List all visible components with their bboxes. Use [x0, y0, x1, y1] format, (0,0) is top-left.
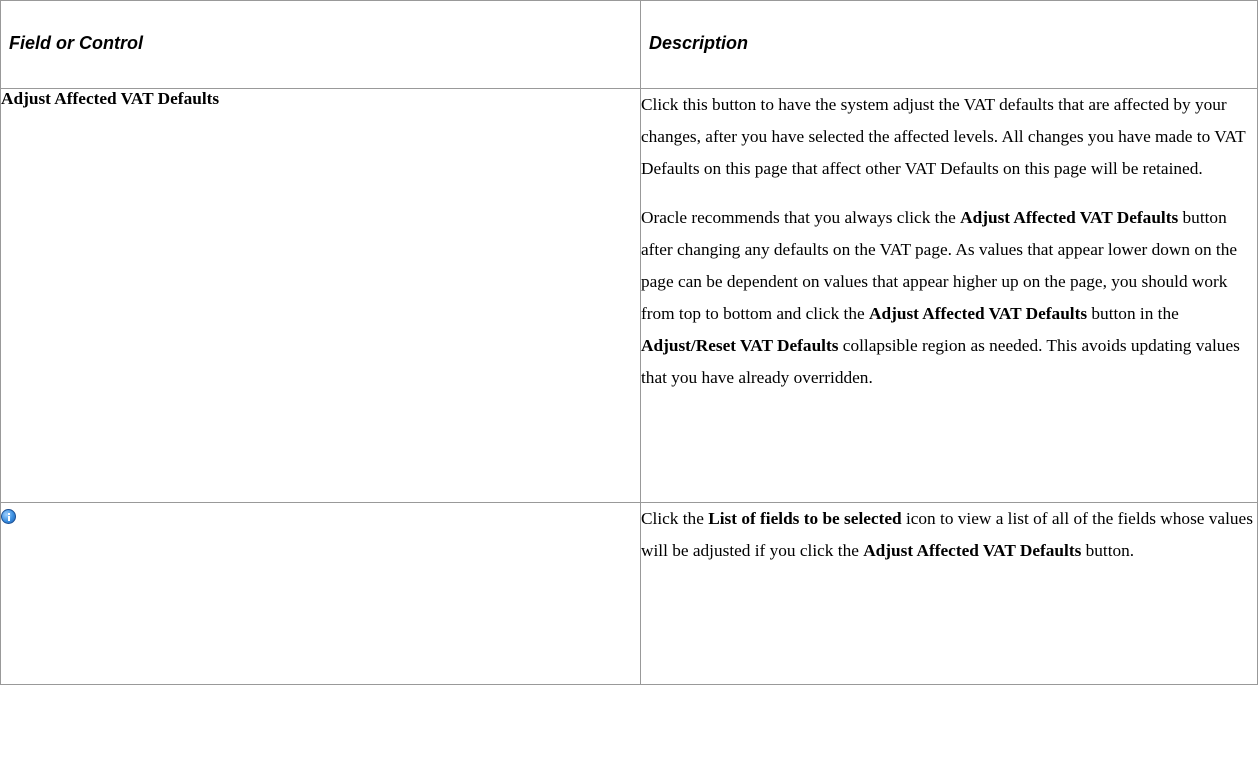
table-row: Adjust Affected VAT Defaults Click this … [0, 88, 1258, 503]
button-name-reference: Adjust Affected VAT Defaults [960, 208, 1179, 227]
button-name-reference: Adjust Affected VAT Defaults [863, 541, 1082, 560]
icon-name-reference: List of fields to be selected [708, 509, 902, 528]
button-name-reference: Adjust Affected VAT Defaults [868, 304, 1088, 323]
region-name-reference: Adjust/Reset VAT Defaults [641, 336, 839, 355]
description-paragraph: Click the List of fields to be selected … [641, 509, 1253, 560]
field-name-adjust-affected-vat-defaults: Adjust Affected VAT Defaults [0, 88, 641, 503]
field-description: Click the List of fields to be selected … [640, 502, 1258, 685]
header-field-or-control: Field or Control [0, 0, 641, 89]
info-icon[interactable] [1, 509, 16, 524]
description-paragraph: Click this button to have the system adj… [641, 95, 1246, 178]
table-header-row: Field or Control Description [0, 0, 1258, 89]
field-description-table: Field or Control Description Adjust Affe… [0, 0, 1258, 685]
header-description: Description [640, 0, 1258, 89]
description-paragraph: Oracle recommends that you always click … [641, 208, 1240, 387]
field-icon-cell [0, 502, 641, 685]
table-row: Click the List of fields to be selected … [0, 502, 1258, 685]
field-description: Click this button to have the system adj… [640, 88, 1258, 503]
